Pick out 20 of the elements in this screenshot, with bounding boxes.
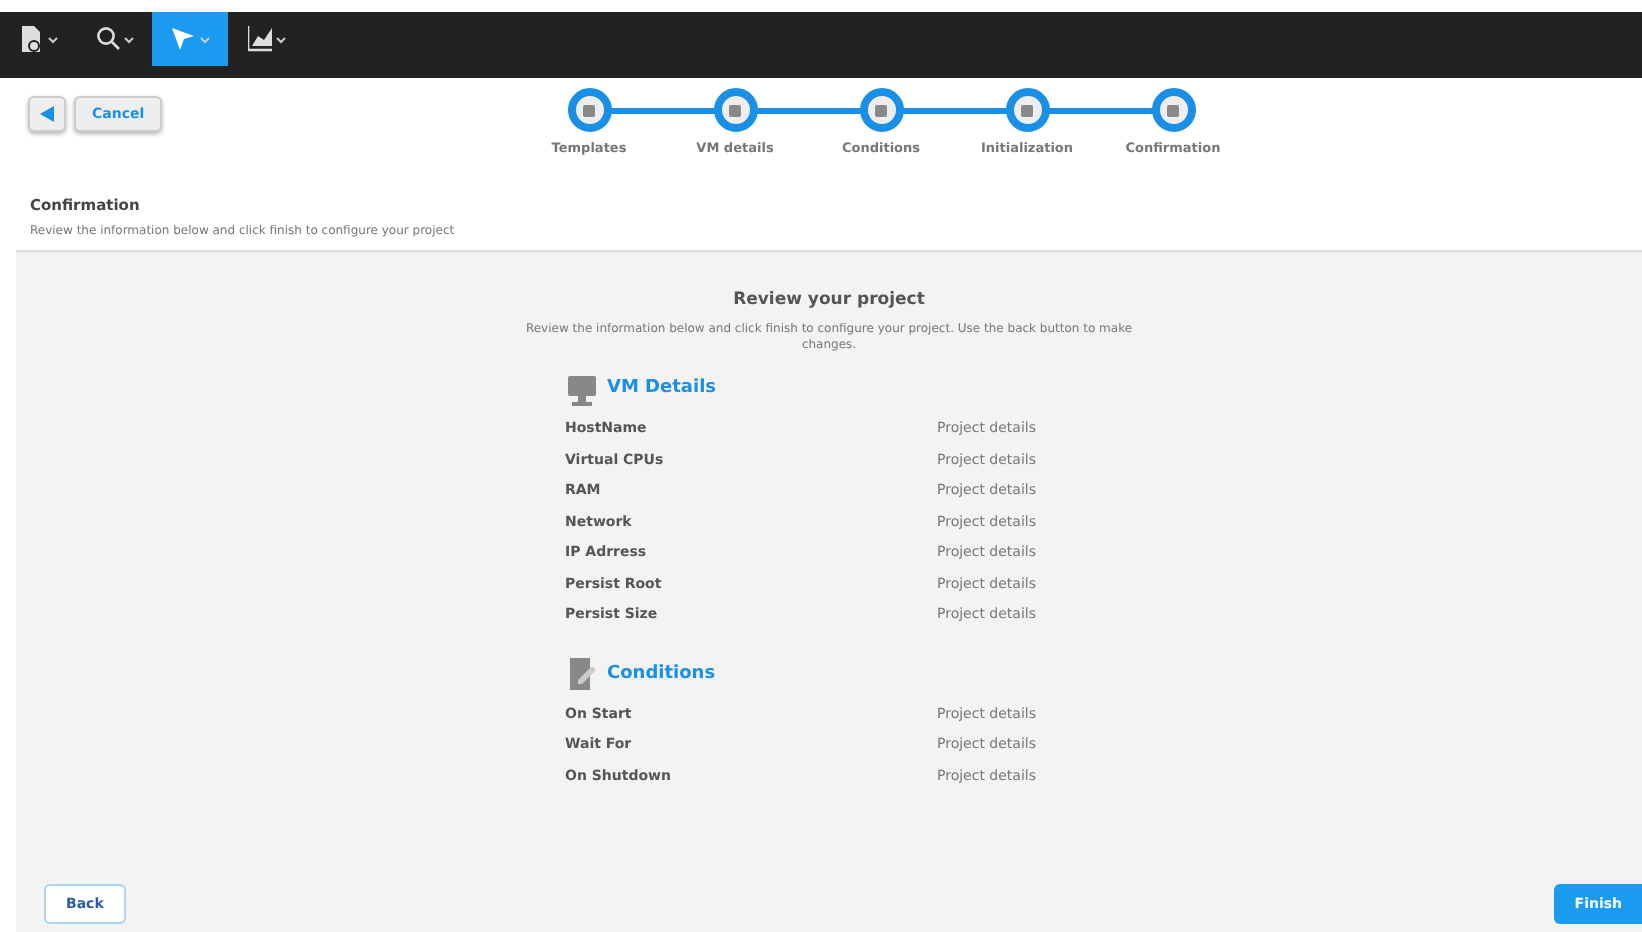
cursor-icon [171,26,195,52]
back-arrow-button[interactable] [28,96,66,132]
search-icon [95,26,119,52]
document-icon [19,26,43,52]
chart-icon [247,26,271,52]
step-icon [582,103,596,117]
section-heading: VM Details [607,376,717,403]
step-icon [1166,103,1180,117]
caret-icon [275,35,285,43]
monitor-icon [565,373,597,406]
step-icon [728,103,742,117]
section-heading: Conditions [607,661,716,688]
triangle-icon [40,106,54,122]
step-icon [874,103,888,117]
caret-icon [47,35,57,43]
edit-document-icon [565,658,597,691]
caret-icon [199,35,209,43]
step-icon [1020,103,1034,117]
caret-icon [123,35,133,43]
review-title: Review your project [731,288,927,314]
